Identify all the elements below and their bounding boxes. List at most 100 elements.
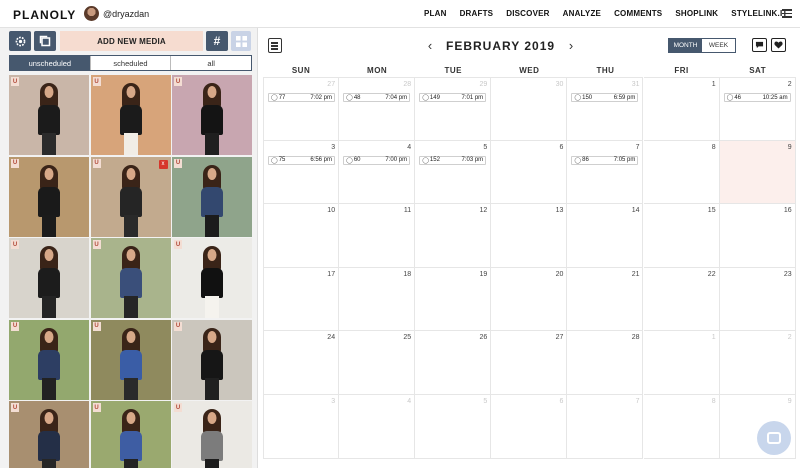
scheduled-post[interactable]: ◯ 150 6:59 pm [571, 93, 639, 102]
scheduled-post[interactable]: ◯ 75 6:56 pm [268, 155, 335, 165]
post-time: 7:02 pm [310, 94, 332, 101]
photo-figure-face [207, 86, 217, 98]
media-thumbnail[interactable]: U [172, 156, 252, 237]
hashtag-button[interactable]: # [206, 31, 228, 51]
scheduled-post[interactable]: ◯ 152 7:03 pm [419, 155, 487, 165]
grid-view-button[interactable] [231, 31, 251, 51]
calendar-day[interactable]: 8 [643, 395, 720, 459]
calendar-day[interactable]: 4 [339, 395, 416, 459]
media-thumbnail[interactable]: U [9, 319, 89, 400]
media-thumbnail[interactable]: U [9, 156, 89, 237]
calendar-day[interactable]: 29 ◯ 149 7:01 pm [415, 77, 492, 141]
menu-icon[interactable] [782, 9, 792, 18]
post-count: 46 [734, 94, 741, 101]
calendar-day[interactable]: 13 [491, 204, 568, 268]
scheduled-post[interactable]: ◯ 149 7:01 pm [419, 93, 487, 102]
calendar-day[interactable]: 21 [567, 267, 644, 332]
scheduled-post[interactable]: ◯ 60 7:00 pm [343, 155, 411, 165]
media-thumbnail[interactable]: U [172, 75, 252, 155]
calendar-day[interactable]: 2 [719, 331, 796, 395]
calendar-day[interactable]: 17 [263, 267, 340, 332]
calendar-day[interactable]: 14 [567, 204, 644, 268]
calendar-day[interactable]: 20 [491, 267, 568, 332]
media-thumbnail[interactable]: U [172, 319, 252, 400]
calendar-day[interactable]: 26 [415, 331, 492, 395]
clipboard-icon[interactable] [268, 38, 282, 53]
calendar-day[interactable]: 25 [339, 331, 416, 395]
calendar-day[interactable]: 24 [263, 331, 340, 395]
calendar-day[interactable]: 28 ◯ 48 7:04 pm [339, 77, 416, 141]
add-new-media-button[interactable]: ADD NEW MEDIA [60, 31, 203, 51]
media-thumbnail[interactable]: U [90, 238, 171, 318]
calendar-day[interactable]: 6 [491, 140, 568, 205]
tab-all[interactable]: all [171, 56, 251, 70]
scheduled-post[interactable]: ◯ 48 7:04 pm [343, 93, 411, 102]
nav-stylelink[interactable]: STYLELINK.IT [731, 9, 787, 18]
calendar-day[interactable]: 3 ◯ 75 6:56 pm [263, 140, 340, 205]
calendar-day[interactable]: 2 ◯ 46 10:25 am [719, 77, 796, 141]
day-number: 10 [327, 207, 336, 215]
nav-shoplink[interactable]: SHOPLINK [675, 9, 718, 18]
nav-drafts[interactable]: DRAFTS [460, 9, 494, 18]
month-view-button[interactable]: MONTH [669, 39, 702, 52]
media-thumbnail[interactable]: U [9, 401, 89, 468]
select-media-button[interactable] [34, 31, 56, 51]
heart-icon[interactable] [771, 38, 786, 52]
remove-media-button[interactable]: x [158, 159, 168, 169]
nav-comments[interactable]: COMMENTS [614, 9, 662, 18]
calendar-day[interactable]: 1 [643, 331, 720, 395]
calendar-day[interactable]: 27 ◯ 77 7:02 pm [263, 77, 340, 141]
media-filter-tabs: unscheduled scheduled all [9, 55, 252, 71]
media-thumbnail[interactable]: U [90, 75, 171, 155]
calendar-day[interactable]: 4 ◯ 60 7:00 pm [339, 140, 416, 205]
calendar-day[interactable]: 12 [415, 204, 492, 268]
calendar-day[interactable]: 30 [491, 77, 568, 141]
unscheduled-badge: U [11, 158, 19, 168]
settings-button[interactable] [9, 31, 31, 51]
tab-unscheduled[interactable]: unscheduled [10, 56, 91, 70]
nav-analyze[interactable]: ANALYZE [563, 9, 601, 18]
calendar-day[interactable]: 27 [491, 331, 568, 395]
calendar-day[interactable]: 19 [415, 267, 492, 332]
calendar-day[interactable]: 11 [339, 204, 416, 268]
calendar-day[interactable]: 6 [491, 395, 568, 459]
calendar-day[interactable]: 22 [643, 267, 720, 332]
tab-scheduled[interactable]: scheduled [91, 56, 172, 70]
calendar-day[interactable]: 15 [643, 204, 720, 268]
calendar-day[interactable]: 7 [567, 395, 644, 459]
calendar-day[interactable]: 3 [263, 395, 340, 459]
chevron-right-icon[interactable]: › [564, 38, 578, 53]
media-thumbnail[interactable]: U [90, 319, 171, 400]
calendar-day[interactable]: 1 [643, 77, 720, 141]
media-thumbnail[interactable]: Ux [90, 156, 171, 237]
media-thumbnail[interactable]: U [9, 238, 89, 318]
calendar-day[interactable]: 18 [339, 267, 416, 332]
media-thumbnail[interactable]: U [172, 238, 252, 318]
planoly-logo[interactable]: PLANOLY [13, 8, 76, 22]
calendar-day[interactable]: 10 [263, 204, 340, 268]
calendar-day[interactable]: 8 [643, 140, 720, 205]
scheduled-post[interactable]: ◯ 86 7:05 pm [571, 155, 639, 165]
scheduled-post[interactable]: ◯ 46 10:25 am [723, 93, 791, 102]
media-thumbnail[interactable]: U [90, 401, 171, 468]
calendar-day[interactable]: 16 [719, 204, 796, 268]
calendar-day[interactable]: 7 ◯ 86 7:05 pm [567, 140, 644, 205]
calendar-day[interactable]: 5 ◯ 152 7:03 pm [415, 140, 492, 205]
day-number: 4 [407, 143, 412, 151]
chevron-left-icon[interactable]: ‹ [423, 38, 437, 53]
calendar-day[interactable]: 31 ◯ 150 6:59 pm [567, 77, 644, 141]
account-handle[interactable]: @dryazdan [103, 9, 149, 19]
calendar-day[interactable]: 5 [415, 395, 492, 459]
media-thumbnail[interactable]: U [9, 75, 89, 155]
week-view-button[interactable]: WEEK [702, 39, 735, 52]
media-thumbnail[interactable]: U [172, 401, 252, 468]
calendar-day-today[interactable]: 9 [719, 140, 796, 205]
avatar[interactable] [84, 6, 99, 21]
scheduled-post[interactable]: ◯ 77 7:02 pm [268, 93, 335, 102]
chat-support-button[interactable] [757, 421, 791, 455]
calendar-day[interactable]: 23 [719, 267, 796, 332]
nav-discover[interactable]: DISCOVER [506, 9, 549, 18]
nav-plan[interactable]: PLAN [424, 9, 447, 18]
comment-icon[interactable] [752, 38, 767, 52]
calendar-day[interactable]: 28 [567, 331, 644, 395]
